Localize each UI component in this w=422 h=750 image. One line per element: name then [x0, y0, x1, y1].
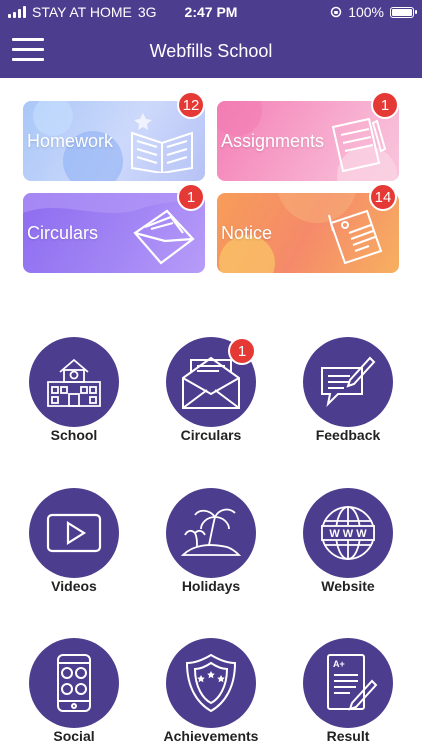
notice-paper-icon: [328, 209, 383, 265]
feedback-icon: [321, 356, 376, 408]
assignments-badge: 1: [371, 91, 399, 119]
app-title: Webfills School: [149, 41, 273, 61]
report-card-icon: A+: [327, 654, 378, 711]
achievements-label: Achievements: [163, 728, 259, 744]
open-book-icon: [131, 131, 193, 173]
orientation-lock-icon: [330, 6, 342, 18]
assignments-card[interactable]: Assignments: [217, 101, 399, 181]
shield-stars-icon: [185, 653, 237, 713]
circulars-card[interactable]: Circulars: [23, 193, 205, 273]
homework-badge: 12: [177, 91, 205, 119]
feedback-label: Feedback: [315, 427, 381, 443]
card-label: Assignments: [221, 131, 325, 151]
svg-text:W W W: W W W: [329, 528, 367, 540]
app-header: Webfills School: [0, 26, 422, 78]
palm-island-icon: [180, 508, 242, 556]
circulars-label: Circulars: [180, 427, 242, 443]
videos-item[interactable]: Videos: [14, 488, 134, 598]
school-label: School: [50, 427, 98, 443]
battery-percent: 100%: [348, 4, 384, 20]
clipboard-pencil-icon: [331, 117, 387, 173]
social-item[interactable]: Social: [14, 638, 134, 748]
feedback-item[interactable]: Feedback: [288, 337, 408, 447]
school-icon: [47, 358, 101, 407]
videos-label: Videos: [51, 578, 97, 594]
svg-text:A+: A+: [333, 659, 345, 669]
achievements-item[interactable]: Achievements: [151, 638, 271, 748]
circulars-icon-badge: 1: [228, 337, 256, 365]
notice-badge: 14: [369, 183, 397, 211]
envelope-icon: [133, 209, 195, 265]
school-item[interactable]: School: [14, 337, 134, 447]
card-label: Homework: [27, 131, 114, 151]
status-right: 100%: [330, 4, 417, 20]
circulars-card-badge: 1: [177, 183, 205, 211]
phone-social-icon: [57, 654, 91, 712]
holidays-item[interactable]: Holidays: [151, 488, 271, 598]
card-label: Notice: [221, 223, 273, 243]
website-label: Website: [321, 578, 375, 594]
result-label: Result: [326, 728, 370, 744]
card-label: Circulars: [27, 223, 99, 243]
status-bar: STAY AT HOME 3G 2:47 PM 100%: [0, 0, 422, 26]
website-item[interactable]: W W W Website: [288, 488, 408, 598]
play-icon: [46, 513, 102, 553]
globe-www-icon: W W W: [321, 506, 375, 560]
battery-icon: [390, 6, 417, 18]
social-label: Social: [53, 728, 95, 744]
homework-card[interactable]: Homework: [23, 101, 205, 181]
result-item[interactable]: A+ Result: [288, 638, 408, 748]
holidays-label: Holidays: [181, 578, 241, 594]
